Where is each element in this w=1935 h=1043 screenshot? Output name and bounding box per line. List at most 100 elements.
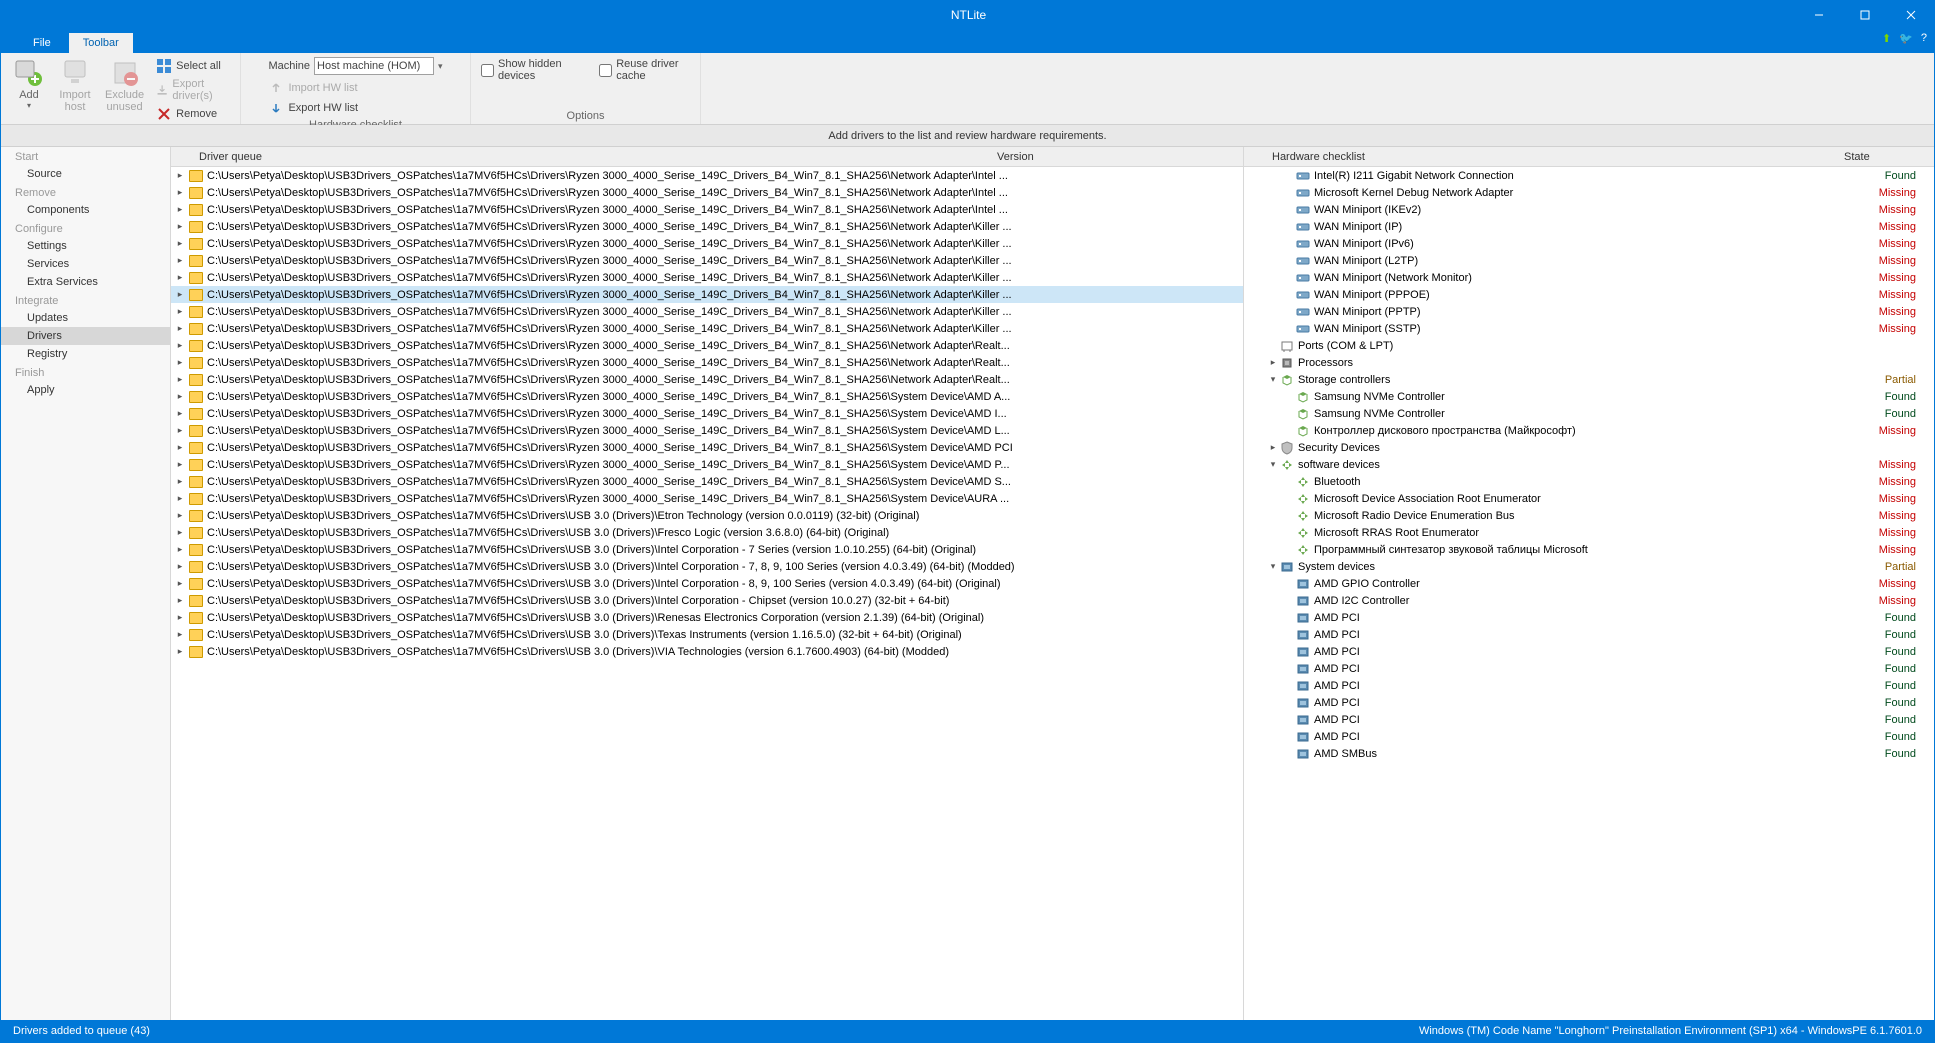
driver-queue-row[interactable]: ▸C:\Users\Petya\Desktop\USB3Drivers_OSPa… <box>171 541 1243 558</box>
machine-select[interactable] <box>314 57 434 75</box>
expand-icon[interactable]: ▸ <box>171 442 189 453</box>
chevron-down-icon[interactable]: ▾ <box>438 61 443 72</box>
expand-icon[interactable]: ▸ <box>171 612 189 623</box>
driver-queue-row[interactable]: ▸C:\Users\Petya\Desktop\USB3Drivers_OSPa… <box>171 371 1243 388</box>
hardware-row[interactable]: Intel(R) I211 Gigabit Network Connection… <box>1244 167 1934 184</box>
driver-queue-row[interactable]: ▸C:\Users\Petya\Desktop\USB3Drivers_OSPa… <box>171 456 1243 473</box>
expand-icon[interactable]: ▸ <box>171 629 189 640</box>
column-driver-queue[interactable]: Driver queue <box>171 151 991 163</box>
nav-item-registry[interactable]: Registry <box>1 345 170 363</box>
driver-queue-row[interactable]: ▸C:\Users\Petya\Desktop\USB3Drivers_OSPa… <box>171 558 1243 575</box>
hardware-row[interactable]: AMD GPIO ControllerMissing <box>1244 575 1934 592</box>
hardware-row[interactable]: Ports (COM & LPT) <box>1244 337 1934 354</box>
hardware-row[interactable]: AMD PCIFound <box>1244 711 1934 728</box>
column-version[interactable]: Version <box>991 151 1243 163</box>
import-hw-list-button[interactable]: Import HW list <box>264 79 361 97</box>
nav-item-apply[interactable]: Apply <box>1 381 170 399</box>
tree-toggle-icon[interactable] <box>1266 561 1280 572</box>
driver-queue-row[interactable]: ▸C:\Users\Petya\Desktop\USB3Drivers_OSPa… <box>171 337 1243 354</box>
hardware-row[interactable]: WAN Miniport (IP)Missing <box>1244 218 1934 235</box>
hardware-row[interactable]: AMD PCIFound <box>1244 677 1934 694</box>
hardware-row[interactable]: Microsoft Device Association Root Enumer… <box>1244 490 1934 507</box>
hardware-row[interactable]: AMD SMBusFound <box>1244 745 1934 762</box>
expand-icon[interactable]: ▸ <box>171 493 189 504</box>
hardware-row[interactable]: Processors <box>1244 354 1934 371</box>
hardware-row[interactable]: AMD PCIFound <box>1244 609 1934 626</box>
expand-icon[interactable]: ▸ <box>171 391 189 402</box>
show-hidden-devices-checkbox[interactable]: Show hidden devices <box>477 57 583 83</box>
tree-toggle-icon[interactable] <box>1266 459 1280 470</box>
driver-queue-row[interactable]: ▸C:\Users\Petya\Desktop\USB3Drivers_OSPa… <box>171 235 1243 252</box>
hardware-row[interactable]: System devicesPartial <box>1244 558 1934 575</box>
nav-item-drivers[interactable]: Drivers <box>1 327 170 345</box>
driver-queue-row[interactable]: ▸C:\Users\Petya\Desktop\USB3Drivers_OSPa… <box>171 473 1243 490</box>
expand-icon[interactable]: ▸ <box>171 323 189 334</box>
hardware-row[interactable]: BluetoothMissing <box>1244 473 1934 490</box>
hardware-row[interactable]: Microsoft Radio Device Enumeration BusMi… <box>1244 507 1934 524</box>
hardware-row[interactable]: WAN Miniport (Network Monitor)Missing <box>1244 269 1934 286</box>
tab-file[interactable]: File <box>19 33 65 53</box>
remove-button[interactable]: Remove <box>152 105 234 123</box>
exclude-unused-button[interactable]: Exclude unused <box>99 55 150 115</box>
driver-queue-row[interactable]: ▸C:\Users\Petya\Desktop\USB3Drivers_OSPa… <box>171 354 1243 371</box>
driver-queue-row[interactable]: ▸C:\Users\Petya\Desktop\USB3Drivers_OSPa… <box>171 439 1243 456</box>
driver-queue-row[interactable]: ▸C:\Users\Petya\Desktop\USB3Drivers_OSPa… <box>171 524 1243 541</box>
driver-queue-row[interactable]: ▸C:\Users\Petya\Desktop\USB3Drivers_OSPa… <box>171 218 1243 235</box>
driver-queue-row[interactable]: ▸C:\Users\Petya\Desktop\USB3Drivers_OSPa… <box>171 490 1243 507</box>
driver-queue-row[interactable]: ▸C:\Users\Petya\Desktop\USB3Drivers_OSPa… <box>171 405 1243 422</box>
nav-item-source[interactable]: Source <box>1 165 170 183</box>
hardware-row[interactable]: software devicesMissing <box>1244 456 1934 473</box>
hardware-row[interactable]: WAN Miniport (PPPOE)Missing <box>1244 286 1934 303</box>
expand-icon[interactable]: ▸ <box>171 646 189 657</box>
driver-queue-rows[interactable]: ▸C:\Users\Petya\Desktop\USB3Drivers_OSPa… <box>171 167 1243 1020</box>
add-button[interactable]: Add▾ <box>7 55 51 112</box>
hardware-row[interactable]: Программный синтезатор звуковой таблицы … <box>1244 541 1934 558</box>
expand-icon[interactable]: ▸ <box>171 272 189 283</box>
twitter-icon[interactable]: 🐦 <box>1899 32 1913 45</box>
column-hardware-checklist[interactable]: Hardware checklist <box>1244 151 1844 163</box>
driver-queue-row[interactable]: ▸C:\Users\Petya\Desktop\USB3Drivers_OSPa… <box>171 286 1243 303</box>
tree-toggle-icon[interactable] <box>1266 357 1280 368</box>
hardware-row[interactable]: AMD PCIFound <box>1244 694 1934 711</box>
hardware-row[interactable]: Samsung NVMe ControllerFound <box>1244 405 1934 422</box>
driver-queue-row[interactable]: ▸C:\Users\Petya\Desktop\USB3Drivers_OSPa… <box>171 303 1243 320</box>
driver-queue-row[interactable]: ▸C:\Users\Petya\Desktop\USB3Drivers_OSPa… <box>171 575 1243 592</box>
hardware-row[interactable]: AMD I2C ControllerMissing <box>1244 592 1934 609</box>
hardware-row[interactable]: AMD PCIFound <box>1244 626 1934 643</box>
nav-item-services[interactable]: Services <box>1 255 170 273</box>
driver-queue-row[interactable]: ▸C:\Users\Petya\Desktop\USB3Drivers_OSPa… <box>171 592 1243 609</box>
expand-icon[interactable]: ▸ <box>171 425 189 436</box>
hardware-row[interactable]: Microsoft RRAS Root EnumeratorMissing <box>1244 524 1934 541</box>
export-hw-list-button[interactable]: Export HW list <box>264 99 362 117</box>
expand-icon[interactable]: ▸ <box>171 374 189 385</box>
driver-queue-row[interactable]: ▸C:\Users\Petya\Desktop\USB3Drivers_OSPa… <box>171 388 1243 405</box>
expand-icon[interactable]: ▸ <box>171 306 189 317</box>
hardware-row[interactable]: Security Devices <box>1244 439 1934 456</box>
nav-item-extra-services[interactable]: Extra Services <box>1 273 170 291</box>
driver-queue-row[interactable]: ▸C:\Users\Petya\Desktop\USB3Drivers_OSPa… <box>171 269 1243 286</box>
expand-icon[interactable]: ▸ <box>171 459 189 470</box>
hardware-row[interactable]: Контроллер дискового пространства (Майкр… <box>1244 422 1934 439</box>
hardware-row[interactable]: AMD PCIFound <box>1244 660 1934 677</box>
close-button[interactable] <box>1888 1 1934 29</box>
hardware-row[interactable]: WAN Miniport (IPv6)Missing <box>1244 235 1934 252</box>
driver-queue-row[interactable]: ▸C:\Users\Petya\Desktop\USB3Drivers_OSPa… <box>171 626 1243 643</box>
hardware-row[interactable]: Microsoft Kernel Debug Network AdapterMi… <box>1244 184 1934 201</box>
tab-toolbar[interactable]: Toolbar <box>69 33 133 53</box>
expand-icon[interactable]: ▸ <box>171 544 189 555</box>
maximize-button[interactable] <box>1842 1 1888 29</box>
minimize-button[interactable] <box>1796 1 1842 29</box>
expand-icon[interactable]: ▸ <box>171 340 189 351</box>
expand-icon[interactable]: ▸ <box>171 561 189 572</box>
expand-icon[interactable]: ▸ <box>171 476 189 487</box>
hardware-row[interactable]: WAN Miniport (SSTP)Missing <box>1244 320 1934 337</box>
hardware-row[interactable]: AMD PCIFound <box>1244 643 1934 660</box>
hardware-row[interactable]: Storage controllersPartial <box>1244 371 1934 388</box>
nav-item-components[interactable]: Components <box>1 201 170 219</box>
column-state[interactable]: State <box>1844 151 1934 163</box>
expand-icon[interactable]: ▸ <box>171 187 189 198</box>
expand-icon[interactable]: ▸ <box>171 170 189 181</box>
expand-icon[interactable]: ▸ <box>171 408 189 419</box>
driver-queue-row[interactable]: ▸C:\Users\Petya\Desktop\USB3Drivers_OSPa… <box>171 252 1243 269</box>
driver-queue-row[interactable]: ▸C:\Users\Petya\Desktop\USB3Drivers_OSPa… <box>171 184 1243 201</box>
